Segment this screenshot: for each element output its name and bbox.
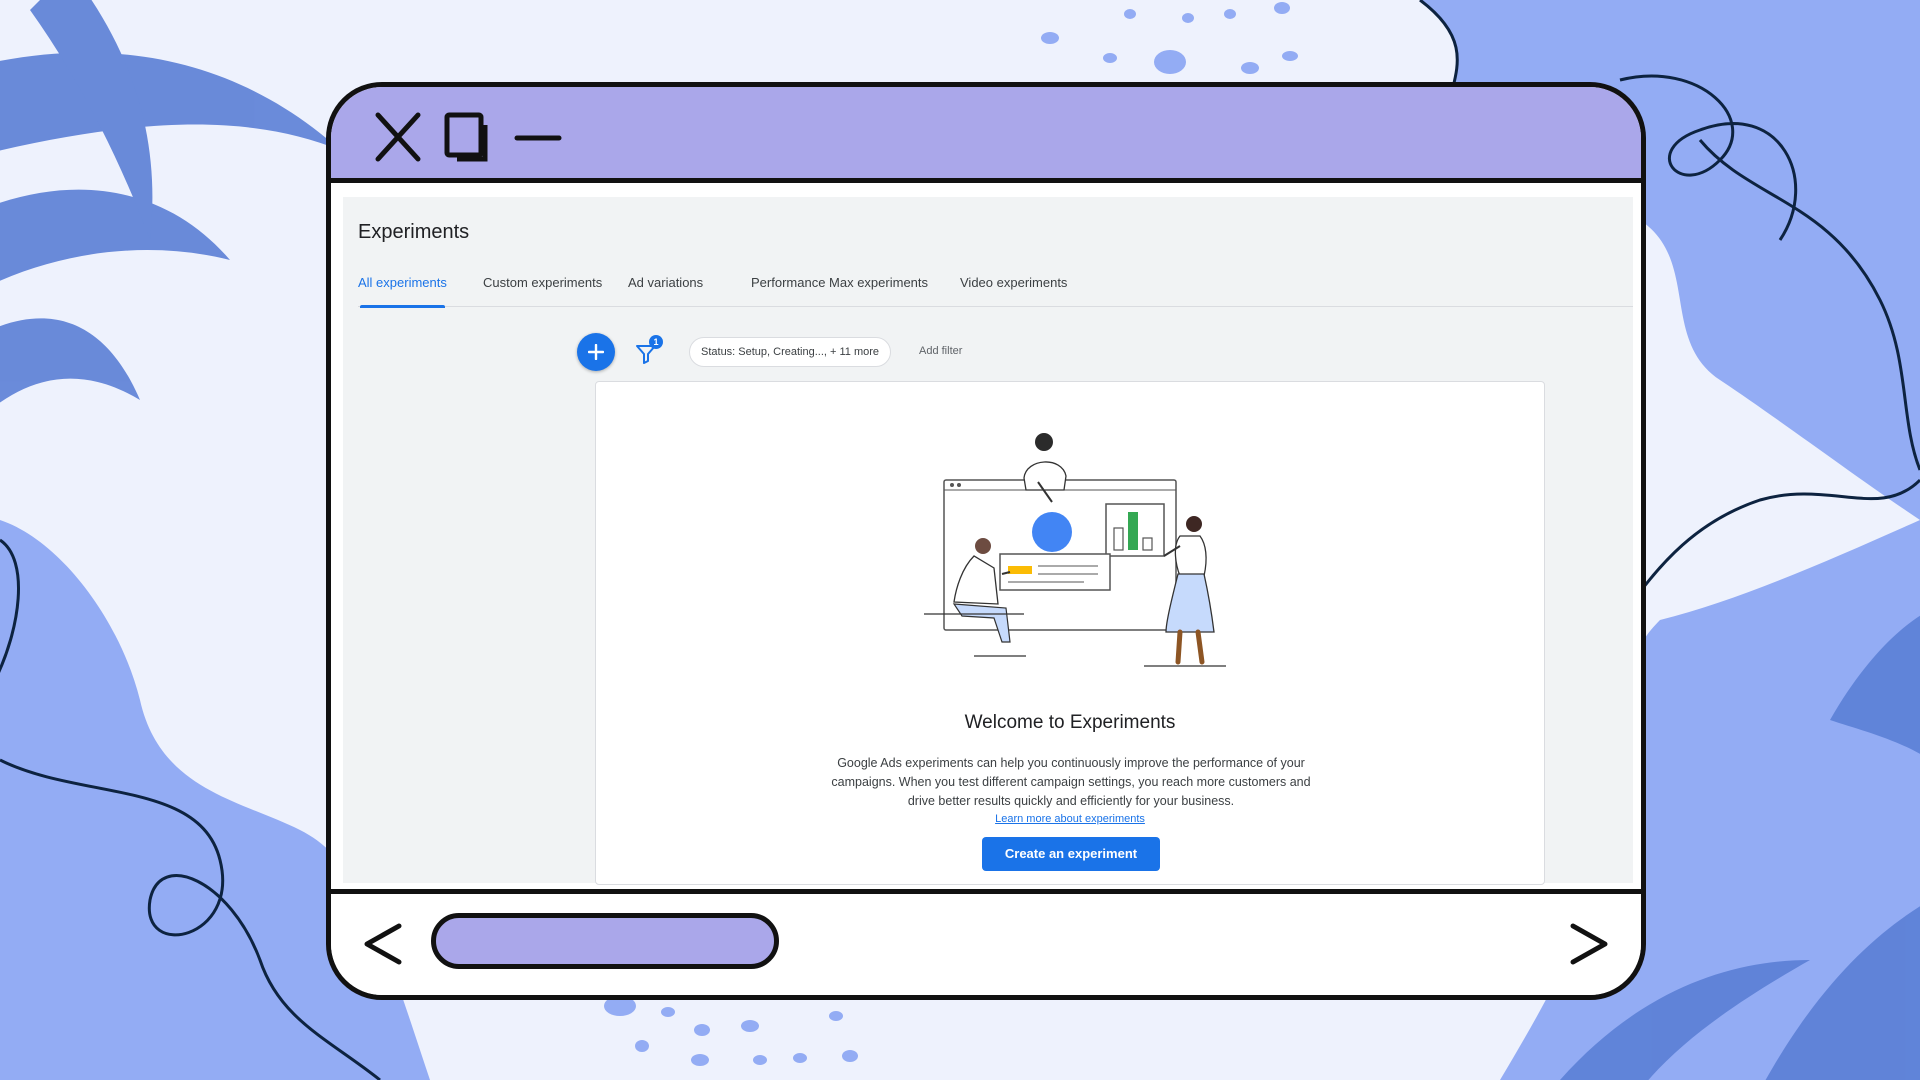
- browser-viewport: Experiments All experiments Custom exper…: [331, 183, 1641, 889]
- plus-icon: [588, 344, 604, 360]
- filter-count-badge: 1: [649, 335, 663, 349]
- window-titlebar: [331, 87, 1641, 183]
- filter-button[interactable]: 1: [633, 335, 669, 369]
- minimize-icon[interactable]: [513, 111, 563, 163]
- close-icon[interactable]: [373, 111, 423, 163]
- add-filter-link[interactable]: Add filter: [919, 345, 962, 357]
- empty-state-card: Welcome to Experiments Google Ads experi…: [595, 381, 1545, 885]
- empty-state-description: Google Ads experiments can help you cont…: [831, 756, 1311, 808]
- chevron-right-icon[interactable]: [1567, 918, 1613, 970]
- create-experiment-button[interactable]: Create an experiment: [982, 837, 1160, 871]
- tab-all-experiments[interactable]: All experiments: [358, 273, 447, 308]
- page-title: Experiments: [358, 221, 470, 243]
- experiments-illustration: [924, 433, 1226, 667]
- tab-custom-experiments[interactable]: Custom experiments: [483, 273, 602, 307]
- window-bottombar: [331, 889, 1641, 995]
- scrollbar-thumb[interactable]: [431, 913, 779, 969]
- maximize-icon[interactable]: [443, 111, 493, 163]
- empty-state-title: Welcome to Experiments: [964, 712, 1176, 733]
- chevron-left-icon[interactable]: [359, 918, 405, 970]
- browser-window: Experiments All experiments Custom exper…: [326, 82, 1646, 1000]
- status-filter-chip[interactable]: Status: Setup, Creating..., + 11 more: [689, 337, 892, 367]
- tab-performance-max-experiments[interactable]: Performance Max experiments: [751, 273, 928, 307]
- tab-video-experiments[interactable]: Video experiments: [960, 273, 1067, 307]
- tab-ad-variations[interactable]: Ad variations: [628, 273, 703, 307]
- learn-more-link[interactable]: Learn more about experiments: [596, 813, 1544, 825]
- tab-bar: All experiments Custom experiments Ad va…: [358, 273, 1633, 308]
- add-experiment-button[interactable]: [577, 333, 615, 371]
- experiments-page: Experiments All experiments Custom exper…: [343, 197, 1633, 885]
